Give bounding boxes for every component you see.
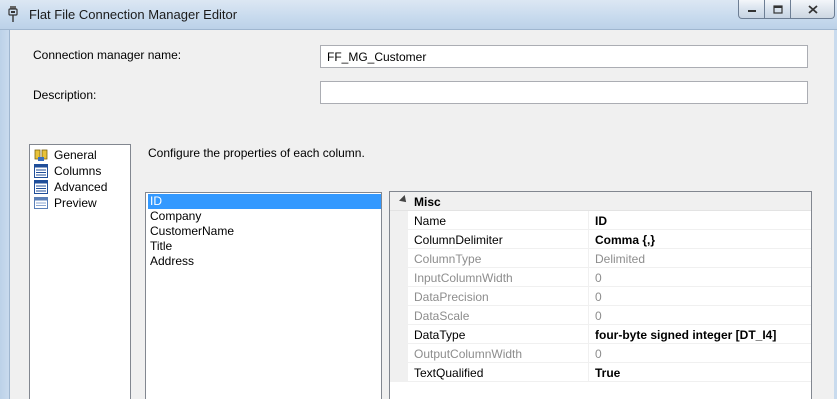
property-value: 0 xyxy=(595,271,602,285)
maximize-button[interactable] xyxy=(765,0,791,19)
description-label: Description: xyxy=(33,88,97,102)
property-value[interactable]: True xyxy=(595,366,620,380)
preview-icon xyxy=(34,197,48,209)
property-name: DataType xyxy=(414,328,466,342)
column-list[interactable]: ID Company CustomerName Title Address xyxy=(145,192,382,399)
list-item[interactable]: ID xyxy=(148,194,381,209)
list-item[interactable]: Title xyxy=(148,239,381,254)
property-value[interactable]: ID xyxy=(595,214,607,228)
property-value: 0 xyxy=(595,290,602,304)
property-row[interactable]: DataPrecision 0 xyxy=(390,287,811,306)
property-name: ColumnType xyxy=(414,252,482,266)
connection-name-input[interactable] xyxy=(320,45,808,68)
property-value[interactable]: Comma {,} xyxy=(595,233,655,247)
property-row[interactable]: OutputColumnWidth 0 xyxy=(390,344,811,363)
property-value[interactable]: four-byte signed integer [DT_I4] xyxy=(595,328,776,342)
collapse-arrow-icon[interactable] xyxy=(399,195,409,205)
description-input[interactable] xyxy=(320,81,808,104)
property-name: TextQualified xyxy=(414,366,484,380)
close-button[interactable] xyxy=(791,0,835,19)
property-value: Delimited xyxy=(595,252,646,266)
property-name: ColumnDelimiter xyxy=(414,233,503,247)
property-name: DataPrecision xyxy=(414,290,489,304)
maximize-icon xyxy=(772,4,783,14)
close-icon xyxy=(807,4,818,14)
nav-item-advanced[interactable]: Advanced xyxy=(34,179,107,195)
nav-item-label: Preview xyxy=(54,196,97,210)
property-name: DataScale xyxy=(414,309,470,323)
property-category-misc[interactable]: Misc xyxy=(390,192,811,211)
advanced-icon xyxy=(34,180,48,194)
property-name: Name xyxy=(414,214,447,228)
property-name: OutputColumnWidth xyxy=(414,347,523,361)
nav-item-label: Advanced xyxy=(54,180,108,194)
nav-item-label: General xyxy=(54,148,97,162)
property-row[interactable]: DataType four-byte signed integer [DT_I4… xyxy=(390,325,811,344)
list-item[interactable]: Company xyxy=(148,209,381,224)
property-row[interactable]: InputColumnWidth 0 xyxy=(390,268,811,287)
minimize-icon xyxy=(747,10,756,12)
nav-item-preview[interactable]: Preview xyxy=(34,195,97,211)
connection-manager-icon xyxy=(8,6,18,22)
instruction-text: Configure the properties of each column. xyxy=(148,146,365,160)
nav-item-general[interactable]: General xyxy=(34,147,97,163)
columns-icon xyxy=(34,164,48,178)
window-controls xyxy=(738,0,835,20)
property-row[interactable]: TextQualified True xyxy=(390,363,811,382)
property-grid: Misc Name ID ColumnDelimiter Comma {,} C… xyxy=(389,191,812,399)
list-item[interactable]: Address xyxy=(148,254,381,269)
nav-item-label: Columns xyxy=(54,164,102,178)
minimize-button[interactable] xyxy=(738,0,765,19)
property-value: 0 xyxy=(595,347,602,361)
property-row[interactable]: ColumnType Delimited xyxy=(390,249,811,268)
nav-item-columns[interactable]: Columns xyxy=(34,163,101,179)
title-bar[interactable]: Flat File Connection Manager Editor xyxy=(0,0,837,30)
property-row[interactable]: ColumnDelimiter Comma {,} xyxy=(390,230,811,249)
page-navigation: General Columns Advanced Preview xyxy=(29,144,131,399)
window-frame-left xyxy=(0,30,9,399)
property-row[interactable]: DataScale 0 xyxy=(390,306,811,325)
property-value: 0 xyxy=(595,309,602,323)
general-icon xyxy=(34,149,48,161)
list-item[interactable]: CustomerName xyxy=(148,224,381,239)
category-label: Misc xyxy=(414,195,441,209)
property-name: InputColumnWidth xyxy=(414,271,513,285)
connection-name-label: Connection manager name: xyxy=(33,48,182,62)
window-title: Flat File Connection Manager Editor xyxy=(29,7,238,22)
property-row[interactable]: Name ID xyxy=(390,211,811,230)
